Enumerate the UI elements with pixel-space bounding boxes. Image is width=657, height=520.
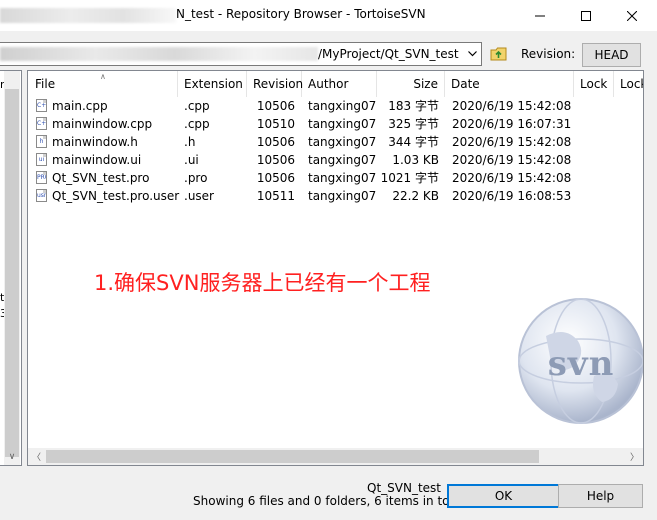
table-row[interactable]: PRO Qt_SVN_test.pro .pro 10506 tangxing07102… [28, 169, 643, 187]
header-file-icon: h [36, 135, 47, 148]
cpp-file-icon: C++ [36, 99, 47, 112]
maximize-icon [581, 10, 591, 21]
cell-file: Qt_SVN_test.pro.user [52, 189, 180, 203]
column-header-revision[interactable]: Revision [247, 71, 303, 97]
minimize-button[interactable] [517, 0, 563, 31]
window-title: N_test - Repository Browser - TortoiseSV… [176, 7, 426, 21]
table-row[interactable]: ui mainwindow.ui .ui 10506 tangxing07 1.03 KB… [28, 151, 643, 169]
cell-author: tangxing07 [308, 153, 377, 167]
maximize-button[interactable] [563, 0, 609, 31]
cell-date: 2020/6/19 15:42:08 [452, 99, 572, 113]
column-header-lock[interactable]: Lock [574, 71, 614, 97]
cell-size: 344 字节 [388, 135, 439, 149]
close-icon [627, 10, 637, 21]
cell-author: tangxing07 [308, 189, 377, 203]
cell-size: 1021 字节 [380, 171, 439, 185]
revision-head-button[interactable]: HEAD [582, 43, 641, 67]
folder-up-button[interactable] [487, 43, 511, 65]
svn-logo: svn [516, 296, 643, 426]
cell-rev: 10510 [256, 117, 295, 131]
pro-file-icon: PRO [36, 171, 47, 184]
cell-rev: 10506 [256, 171, 295, 185]
repository-tree-pane[interactable]: r t 3 ∨ [0, 70, 22, 466]
cell-rev: 10511 [256, 189, 295, 203]
cell-ext: .pro [184, 171, 208, 185]
scroll-right-icon[interactable]: 〉 [626, 448, 643, 465]
minimize-icon [535, 15, 545, 16]
page-fold [43, 136, 46, 139]
table-row[interactable]: usr Qt_SVN_test.pro.user .user 10511 tangxin… [28, 187, 643, 205]
cell-date: 2020/6/19 16:07:31 [452, 117, 572, 131]
url-combobox[interactable]: /MyProject/Qt_SVN_test [0, 42, 482, 66]
cell-date: 2020/6/19 15:42:08 [452, 135, 572, 149]
ok-button[interactable]: OK [447, 484, 560, 508]
cell-size: 22.2 KB [392, 189, 439, 203]
page-fold [43, 172, 46, 175]
cell-file: mainwindow.ui [52, 153, 142, 167]
table-row[interactable]: h mainwindow.h .h 10506 tangxing07 344 字节 2020… [28, 133, 643, 151]
cell-size: 1.03 KB [392, 153, 439, 167]
scroll-down-icon[interactable]: ∨ [4, 448, 20, 465]
blurred-url-prefix [0, 47, 318, 61]
scroll-left-icon[interactable]: 〈 [28, 448, 45, 465]
cell-ext: .ui [184, 153, 199, 167]
svn-logo-text: svn [547, 344, 615, 384]
tree-vertical-scrollbar[interactable]: ∨ [4, 71, 20, 465]
column-header-size[interactable]: Size [377, 71, 445, 97]
cell-date: 2020/6/19 16:08:53 [452, 189, 572, 203]
folder-up-icon [490, 47, 507, 61]
url-dropdown-button[interactable] [463, 43, 481, 65]
cell-file: mainwindow.cpp [52, 117, 153, 131]
cell-rev: 10506 [256, 135, 295, 149]
file-list-view[interactable]: ∧ File Extension Revision Author Size Da… [27, 70, 644, 466]
cell-date: 2020/6/19 15:42:08 [452, 171, 572, 185]
column-header-file[interactable]: File [28, 71, 178, 97]
cell-ext: .cpp [184, 117, 210, 131]
column-header-extension[interactable]: Extension [178, 71, 247, 97]
cpp-file-icon: C++ [36, 117, 47, 130]
table-row[interactable]: C++ main.cpp .cpp 10506 tangxing07 183 字节 2020… [28, 97, 643, 115]
cell-file: main.cpp [52, 99, 108, 113]
annotation-text: 1.确保SVN服务器上已经有一个工程 [94, 271, 431, 295]
revision-label: Revision: [521, 47, 576, 61]
cell-size: 325 字节 [388, 117, 439, 131]
chevron-down-icon [467, 51, 477, 57]
column-header-author[interactable]: Author [302, 71, 377, 97]
list-header: ∧ File Extension Revision Author Size Da… [28, 71, 643, 97]
close-button[interactable] [609, 0, 655, 31]
page-fold [43, 154, 46, 157]
cell-rev: 10506 [256, 153, 295, 167]
table-row[interactable]: C++ mainwindow.cpp .cpp 10510 tangxing07 325 … [28, 115, 643, 133]
status-summary: Showing 6 files and 0 folders, 6 items i… [193, 494, 465, 508]
user-file-icon: usr [36, 189, 47, 202]
ui-file-icon: ui [36, 153, 47, 166]
column-header-lock-2[interactable]: Lock [614, 71, 643, 97]
cell-file: Qt_SVN_test.pro [52, 171, 150, 185]
blurred-title-prefix [0, 8, 176, 23]
cell-ext: .cpp [184, 99, 210, 113]
page-fold [43, 190, 46, 193]
page-fold [43, 118, 46, 121]
cell-ext: .h [184, 135, 196, 149]
cell-author: tangxing07 [308, 99, 377, 113]
horizontal-scroll-thumb[interactable] [46, 450, 539, 463]
cell-author: tangxing07 [308, 117, 377, 131]
cell-author: tangxing07 [308, 135, 377, 149]
cell-size: 183 字节 [388, 99, 439, 113]
cell-rev: 10506 [256, 99, 295, 113]
cell-file: mainwindow.h [52, 135, 138, 149]
column-header-date[interactable]: Date [445, 71, 574, 97]
page-fold [43, 100, 46, 103]
cell-date: 2020/6/19 15:42:08 [452, 153, 572, 167]
horizontal-scrollbar[interactable]: 〈 〉 [28, 448, 643, 465]
status-path: Qt_SVN_test [367, 481, 441, 495]
url-value: /MyProject/Qt_SVN_test [318, 47, 459, 61]
cell-author: tangxing07 [308, 171, 377, 185]
cell-ext: .user [184, 189, 214, 203]
help-button[interactable]: Help [558, 484, 643, 508]
tree-scroll-thumb[interactable] [5, 89, 19, 457]
title-bar: N_test - Repository Browser - TortoiseSV… [0, 0, 657, 31]
